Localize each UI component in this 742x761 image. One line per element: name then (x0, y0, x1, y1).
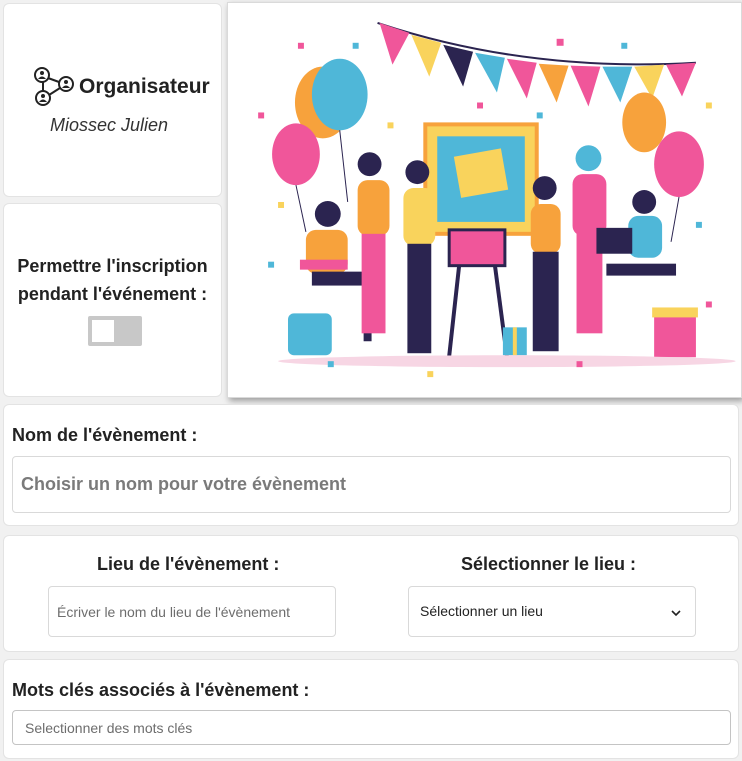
party-illustration (227, 2, 742, 398)
keywords-label: Mots clés associés à l'évènement : (12, 680, 310, 700)
location-name-input[interactable] (48, 586, 336, 637)
keywords-input[interactable] (12, 710, 731, 745)
registration-toggle-label: Permettre l'inscription pendant l'événem… (17, 256, 208, 304)
event-name-label: Nom de l'évènement : (12, 425, 198, 445)
event-name-card: Nom de l'évènement : (3, 404, 739, 526)
organizer-card: Organisateur Miossec Julien (3, 3, 222, 197)
network-people-icon (34, 67, 74, 106)
toggle-knob (92, 320, 114, 342)
organizer-header: Organisateur (32, 66, 210, 108)
organizer-name: Miossec Julien (50, 115, 169, 135)
registration-toggle-switch[interactable] (88, 316, 142, 346)
event-name-input[interactable] (12, 456, 731, 513)
keywords-card: Mots clés associés à l'évènement : (3, 659, 739, 759)
location-select-value: Sélectionner un lieu (420, 603, 543, 619)
organizer-title: Organisateur (79, 75, 210, 98)
location-card: Lieu de l'évènement : Sélectionner le li… (3, 535, 739, 652)
location-select-label: Sélectionner le lieu : (461, 554, 637, 574)
chevron-down-icon (671, 610, 681, 617)
registration-toggle-card: Permettre l'inscription pendant l'événem… (3, 203, 222, 397)
party-illustration-svg (258, 21, 736, 378)
location-name-label: Lieu de l'évènement : (97, 554, 280, 574)
location-select[interactable]: Sélectionner un lieu (408, 586, 696, 637)
